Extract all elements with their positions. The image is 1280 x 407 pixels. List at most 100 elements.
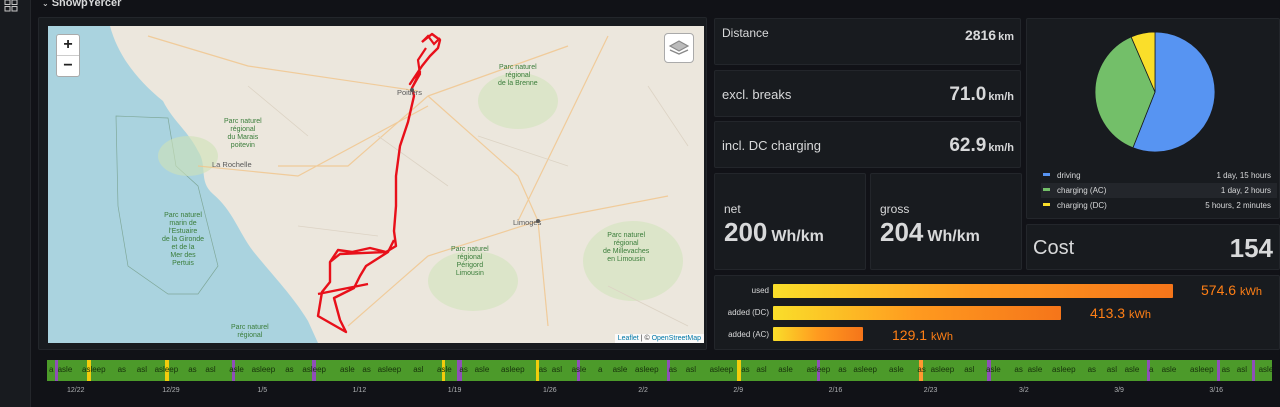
trip-map[interactable]: Poitiers La Rochelle Limoges Parc nature… [48,26,704,343]
distance-unit: km [998,31,1014,43]
cost-panel: Cost 154 [1026,224,1280,270]
incl-dc-panel: incl. DC charging 62.9 km/h [714,121,1021,168]
timeline-tick-label: 12/29 [162,387,180,394]
excl-breaks-unit: km/h [988,91,1014,103]
excl-breaks-panel: excl. breaks 71.0 km/h [714,70,1021,117]
timeline-tick-label: 3/9 [1114,387,1124,394]
incl-dc-number: 62.9 [949,135,987,156]
timeline-segment[interactable] [1217,360,1220,381]
zoom-in-button[interactable]: + [57,35,79,56]
timeline-state-label: asleep [930,365,955,374]
layers-button[interactable] [664,33,694,63]
timeline-state-label: as [285,365,294,374]
added-ac-unit: kWh [930,331,953,343]
added-ac-label: added (AC) [728,330,769,339]
timeline-tick-label: 1/5 [257,387,268,394]
timeline-segment[interactable] [1252,360,1255,381]
park-perigord: Parc naturel régional Périgord Limousin [451,246,489,277]
net-number: 200 [724,217,768,247]
distance-number: 2816 [964,27,997,43]
timeline-state-label: asle [340,365,355,374]
legend-name-charging-ac: charging (AC) [1057,186,1107,195]
timeline-tick-label: 2/23 [923,387,938,394]
timeline-state-label: asl [413,365,424,374]
park-marais: Parc naturel régional du Marais poitevin [224,118,262,149]
timeline-state-label: asleep [154,365,179,374]
timeline-state-label: asl [136,365,148,374]
used-unit: kWh [1239,286,1262,298]
net-value: 200 Wh/km [724,217,824,248]
dashboards-grid-icon[interactable] [4,0,18,12]
timeline-state-label: asleep [82,365,106,374]
place-limoges: Limoges [513,218,542,227]
map-background [48,26,689,343]
leaflet-link[interactable]: Leaflet [618,335,639,342]
timeline-tick-label: 3/2 [1019,387,1029,394]
timeline-state-label: asleep [1258,365,1272,374]
timeline-state-label: asl [685,365,697,374]
timeline-tick-label: 2/2 [638,387,648,394]
legend-swatch-charging-dc [1043,203,1050,207]
timeline-state-label: asle [1124,365,1140,374]
dashboard-row-title[interactable]: ⌄ SnowpYercer [42,0,121,9]
added-dc-unit: kWh [1128,309,1151,321]
excl-breaks-value: 71.0 km/h [949,84,1014,106]
gross-label: gross [880,202,910,216]
excl-breaks-label: excl. breaks [722,87,792,102]
timeline-state-label: asle [1161,365,1177,374]
timeline-state-label: asleep [251,365,276,374]
timeline-state-label: asl [1106,365,1118,374]
trip-map-panel: Poitiers La Rochelle Limoges Parc nature… [38,17,707,350]
timeline-state-label: asleep [377,365,402,374]
excl-breaks-number: 71.0 [949,84,987,105]
chevron-down-icon[interactable]: ⌄ [42,0,49,8]
legend-charging-ac[interactable]: charging (AC) 1 day, 2 hours [1041,183,1277,198]
osm-link[interactable]: OpenStreetMap [652,335,701,342]
timeline-state-label: as [459,365,468,374]
added-dc-number: 413.3 [1090,305,1126,321]
state-timeline[interactable]: a asle asleep as asl asleep as asl asle asleep as a… [47,360,1272,381]
timeline-state-label: a [598,365,603,374]
gross-unit: Wh/km [927,228,980,245]
map-attribution: Leaflet | © OpenStreetMap [614,334,704,343]
cost-value: 154 [1229,233,1273,263]
legend-value-driving: 1 day, 15 hours [1216,171,1271,180]
legend-driving[interactable]: driving 1 day, 15 hours [1041,168,1277,183]
left-sidebar [0,0,31,407]
legend-charging-dc[interactable]: charging (DC) 5 hours, 2 minutes [1041,198,1277,213]
legend-value-charging-ac: 1 day, 2 hours [1220,186,1271,195]
gross-value: 204 Wh/km [880,217,980,248]
used-value: 574.6 kWh [1201,282,1262,298]
timeline-state-label: asle [571,365,587,374]
distance-label: Distance [722,26,769,40]
timeline-tick-label: 2/9 [733,387,744,394]
park-bottom: Parc naturel régional [231,324,269,339]
timeline-state-label: asl [205,365,216,374]
timeline-state-label: asleep [853,365,877,374]
added-dc-value: 413.3 kWh [1090,305,1151,321]
gross-number: 204 [880,217,924,247]
timeline-tick-label: 1/12 [352,387,367,394]
timeline-state-label: asleep [635,365,659,374]
timeline-state-label: asle [229,365,244,374]
legend-name-charging-dc: charging (DC) [1057,201,1107,210]
timeline-state-label: asle [889,365,904,374]
timeline-state-label: as [1087,365,1097,374]
timeline-state-label: as [117,365,127,374]
timeline-state-label: as [741,365,750,374]
timeline-state-label: as [188,365,197,374]
used-label: used [751,286,769,295]
zoom-out-button[interactable]: − [57,56,79,76]
legend-swatch-driving [1043,173,1050,177]
attribution-separator: | © [638,335,652,342]
timeline-tick-label: 1/26 [543,387,557,394]
timeline-state-label: as [1221,365,1231,374]
time-breakdown-panel: driving 1 day, 15 hours charging (AC) 1 da… [1026,18,1280,219]
map-zoom-control: + − [56,34,80,77]
timeline-state-label: asle [778,365,793,374]
distance-value: 2816 km [965,27,1014,43]
timeline-state-label: as [838,365,847,374]
timeline-state-label: asleep [302,365,326,374]
timeline-state-label: asl [551,365,563,374]
net-unit: Wh/km [771,228,824,245]
